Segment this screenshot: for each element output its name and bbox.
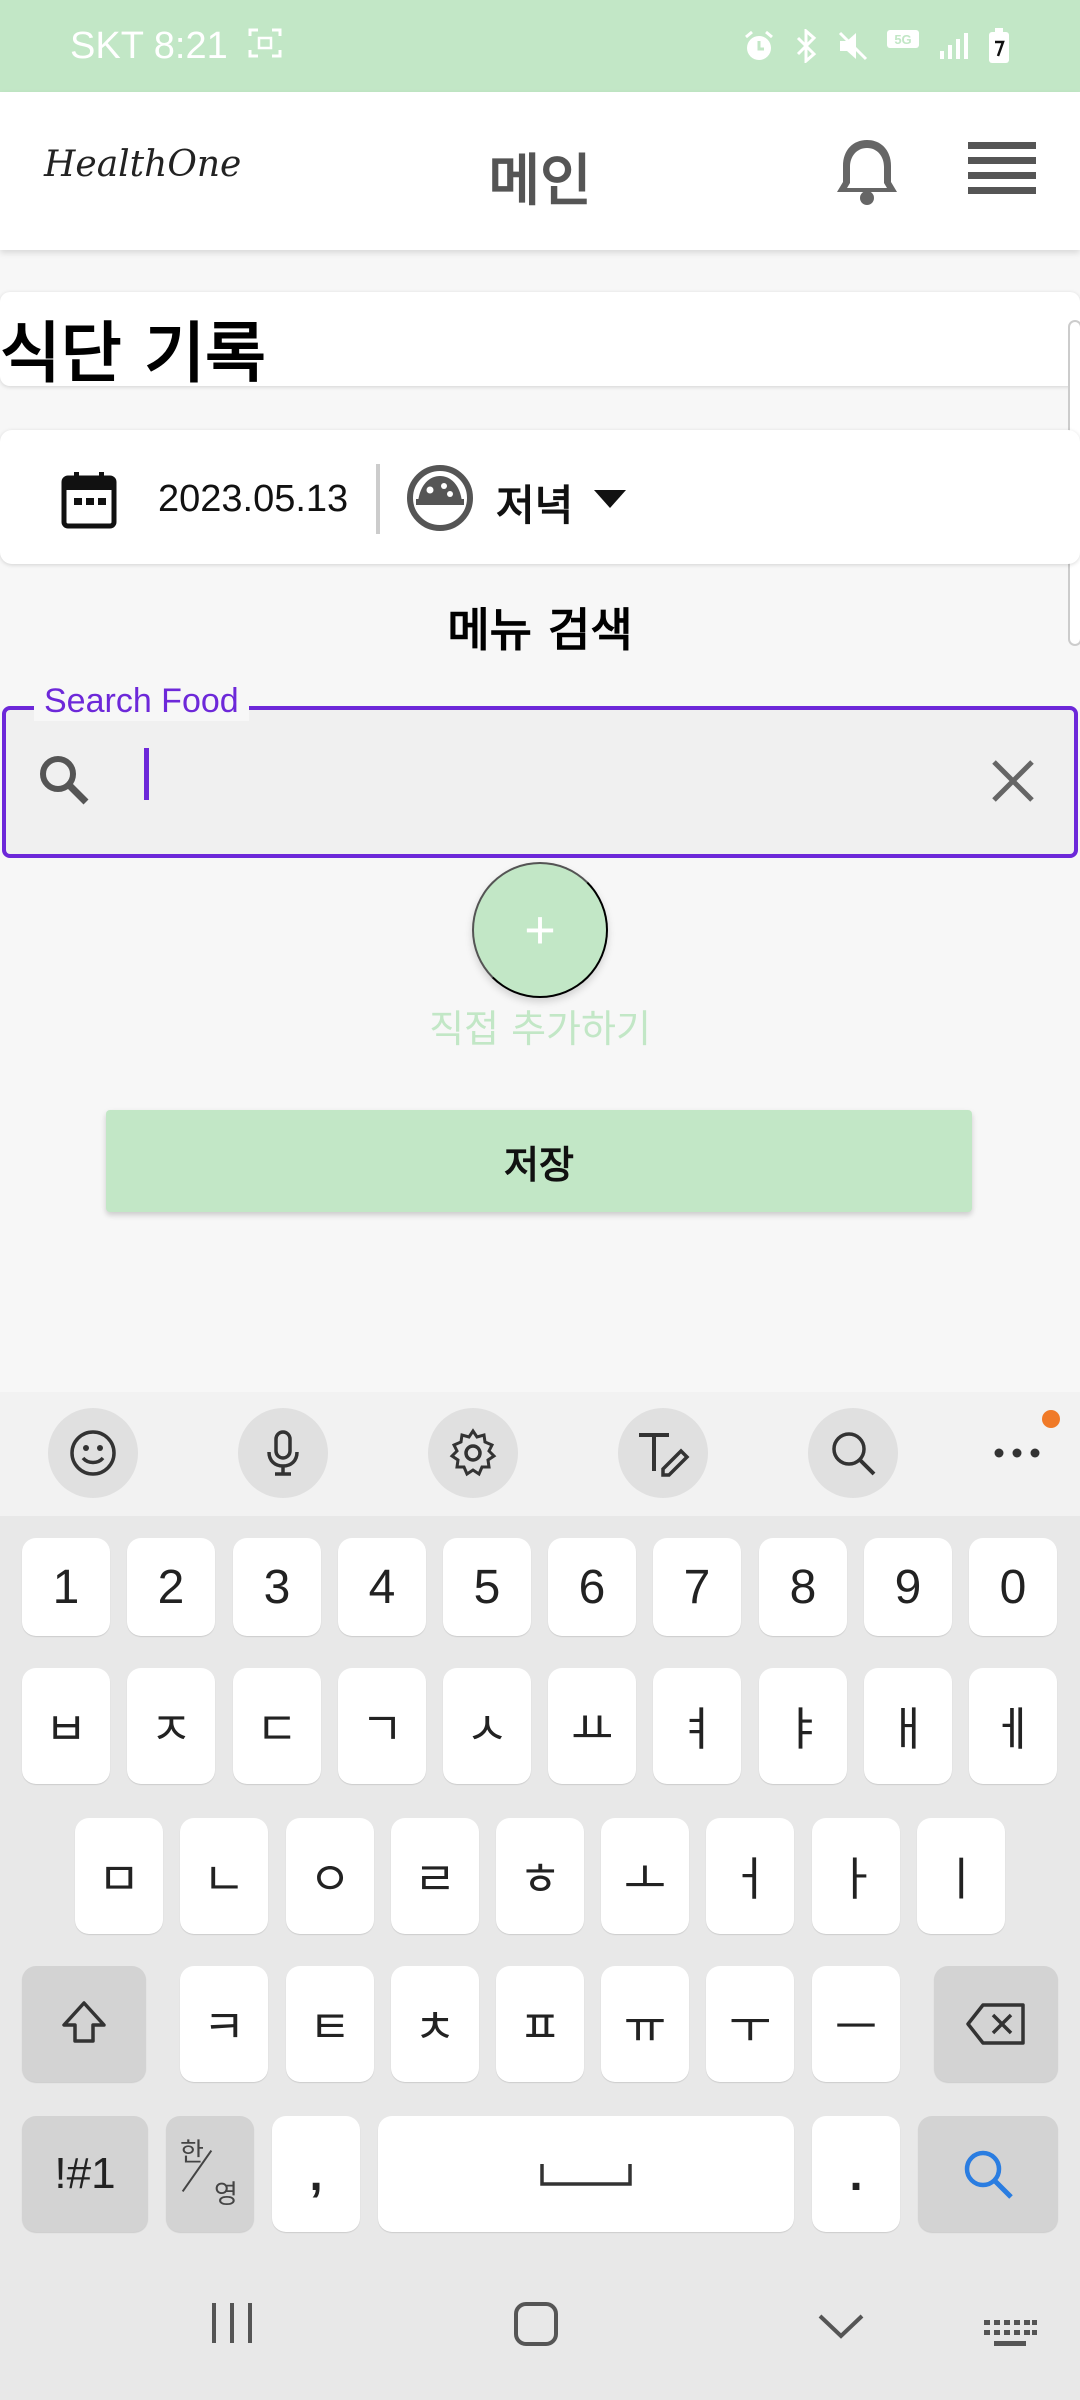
- keyboard-hide-icon[interactable]: [982, 2318, 1038, 2354]
- key-bieup[interactable]: ㅂ: [22, 1668, 110, 1784]
- close-icon[interactable]: [990, 758, 1036, 808]
- key-9[interactable]: 9: [864, 1538, 952, 1636]
- save-button[interactable]: 저장: [106, 1110, 972, 1212]
- back-chevron-down-icon[interactable]: [816, 2312, 866, 2344]
- key-mieum[interactable]: ㅁ: [75, 1818, 163, 1934]
- shift-arrow-icon: [62, 2001, 106, 2043]
- backspace-icon: [966, 2003, 1025, 2045]
- text-cursor: [144, 748, 149, 800]
- key-6[interactable]: 6: [548, 1538, 636, 1636]
- emoji-icon[interactable]: [48, 1408, 138, 1498]
- key-u[interactable]: ㅜ: [706, 1966, 794, 2082]
- key-eo[interactable]: ㅓ: [706, 1818, 794, 1934]
- lang-english-label: 영: [214, 2179, 238, 2209]
- search-icon[interactable]: [808, 1408, 898, 1498]
- shift-key[interactable]: [22, 1966, 146, 2082]
- key-rieul[interactable]: ㄹ: [391, 1818, 479, 1934]
- meal-dish-icon: [404, 462, 476, 538]
- key-1[interactable]: 1: [22, 1538, 110, 1636]
- network-5g-icon: 5G: [886, 28, 922, 64]
- key-giyeok[interactable]: ㄱ: [338, 1668, 426, 1784]
- language-switch-key[interactable]: 한 영: [166, 2116, 254, 2232]
- handwriting-icon[interactable]: [618, 1408, 708, 1498]
- key-ya[interactable]: ㅑ: [759, 1668, 847, 1784]
- notification-bell-icon[interactable]: [832, 134, 902, 212]
- key-ae[interactable]: ㅐ: [864, 1668, 952, 1784]
- add-manual-label[interactable]: 직접 추가하기: [0, 998, 1080, 1053]
- key-7[interactable]: 7: [653, 1538, 741, 1636]
- key-nieun[interactable]: ㄴ: [180, 1818, 268, 1934]
- search-icon: [964, 2150, 1013, 2199]
- search-field-label: Search Food: [34, 682, 249, 721]
- key-e[interactable]: ㅔ: [969, 1668, 1057, 1784]
- key-eu[interactable]: ㅡ: [812, 1966, 900, 2082]
- period-key[interactable]: .: [812, 2116, 900, 2232]
- home-icon[interactable]: [512, 2300, 560, 2352]
- key-yu[interactable]: ㅠ: [601, 1966, 689, 2082]
- backspace-key[interactable]: [934, 1966, 1058, 2082]
- bluetooth-icon: [792, 29, 820, 63]
- key-8[interactable]: 8: [759, 1538, 847, 1636]
- meal-select-value[interactable]: 저녁: [496, 472, 573, 533]
- svg-text:5G: 5G: [894, 32, 911, 47]
- key-kieuk[interactable]: ㅋ: [180, 1966, 268, 2082]
- notification-dot: [1042, 1410, 1060, 1428]
- comma-key[interactable]: ,: [272, 2116, 360, 2232]
- space-bar-icon: [540, 2164, 632, 2186]
- calendar-icon[interactable]: [60, 470, 118, 534]
- key-2[interactable]: 2: [127, 1538, 215, 1636]
- battery-icon: [988, 28, 1010, 64]
- key-hieut[interactable]: ㅎ: [496, 1818, 584, 1934]
- chevron-down-icon[interactable]: [594, 490, 626, 508]
- alarm-icon: [742, 29, 776, 63]
- key-jieut[interactable]: ㅈ: [127, 1668, 215, 1784]
- key-a[interactable]: ㅏ: [812, 1818, 900, 1934]
- search-food-input[interactable]: [2, 706, 1078, 858]
- keyboard-toolbar: [0, 1392, 1080, 1516]
- microphone-icon[interactable]: [238, 1408, 328, 1498]
- key-3[interactable]: 3: [233, 1538, 321, 1636]
- page-title: 메인: [488, 149, 592, 214]
- key-siot[interactable]: ㅅ: [443, 1668, 531, 1784]
- mute-icon: [836, 29, 870, 63]
- status-bar: SKT 8:21 5G: [0, 0, 1080, 92]
- diet-record-card: 식단 기록: [0, 292, 1080, 392]
- section-heading: 식단 기록: [0, 315, 266, 392]
- search-icon: [36, 752, 92, 812]
- symbols-key[interactable]: !#1: [22, 2116, 148, 2232]
- key-i[interactable]: ㅣ: [917, 1818, 1005, 1934]
- key-tieut[interactable]: ㅌ: [286, 1966, 374, 2082]
- key-ieung[interactable]: ㅇ: [286, 1818, 374, 1934]
- settings-gear-icon[interactable]: [428, 1408, 518, 1498]
- app-header: HealthOne 메인: [0, 92, 1080, 250]
- key-yo[interactable]: ㅛ: [548, 1668, 636, 1784]
- search-enter-key[interactable]: [918, 2116, 1058, 2232]
- add-manual-button[interactable]: +: [472, 862, 608, 998]
- key-5[interactable]: 5: [443, 1538, 531, 1636]
- key-chieut[interactable]: ㅊ: [391, 1966, 479, 2082]
- space-key[interactable]: [378, 2116, 794, 2232]
- signal-icon: [938, 31, 972, 61]
- divider: [376, 464, 380, 534]
- carrier-time: SKT 8:21: [70, 24, 228, 67]
- key-digeut[interactable]: ㄷ: [233, 1668, 321, 1784]
- hamburger-menu-icon[interactable]: [966, 140, 1038, 202]
- date-value[interactable]: 2023.05.13: [158, 478, 348, 521]
- key-o[interactable]: ㅗ: [601, 1818, 689, 1934]
- screenshot-icon: [248, 25, 282, 68]
- key-pieup[interactable]: ㅍ: [496, 1966, 584, 2082]
- key-0[interactable]: 0: [969, 1538, 1057, 1636]
- recent-apps-icon[interactable]: [208, 2300, 256, 2350]
- key-yeo[interactable]: ㅕ: [653, 1668, 741, 1784]
- menu-search-title: 메뉴 검색: [447, 603, 633, 657]
- key-4[interactable]: 4: [338, 1538, 426, 1636]
